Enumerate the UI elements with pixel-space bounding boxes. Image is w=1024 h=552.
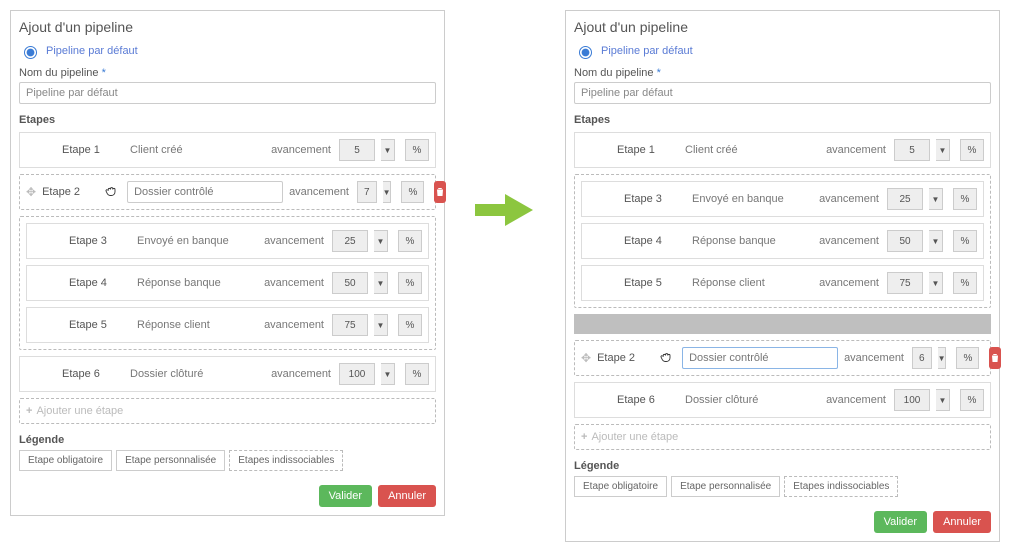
default-pipeline-radio[interactable] [579, 46, 592, 59]
step-row: Etape 6 Dossier clôturé avancement 100 ▼… [574, 382, 991, 418]
cancel-button[interactable]: Annuler [378, 485, 436, 507]
value-dropdown[interactable]: ▼ [938, 347, 947, 369]
value-dropdown[interactable]: ▼ [383, 181, 392, 203]
value-dropdown[interactable]: ▼ [936, 139, 950, 161]
step-name: Client créé [123, 139, 265, 161]
legend-custom: Etape personnalisée [671, 476, 780, 497]
cursor-grab-icon [658, 348, 676, 369]
legend-title: Légende [19, 434, 436, 446]
linked-steps-group: Etape 3 Envoyé en banque avancement 25 ▼… [574, 174, 991, 308]
delete-step-button[interactable] [434, 181, 446, 203]
add-step-button[interactable]: + Ajouter une étape [574, 424, 991, 450]
panel-before: Ajout d'un pipeline Pipeline par défaut … [10, 10, 445, 516]
percent-unit: % [405, 139, 429, 161]
legend-linked: Etapes indissociables [229, 450, 343, 471]
value-dropdown[interactable]: ▼ [381, 363, 395, 385]
delete-step-button[interactable] [989, 347, 1001, 369]
step-row: Etape 5 Réponse client avancement 75 ▼ % [581, 265, 984, 301]
value-input[interactable]: 75 [332, 314, 368, 336]
name-field-label: Nom du pipeline * [19, 67, 436, 79]
step-row: Etape 6 Dossier clôturé avancement 100 ▼… [19, 356, 436, 392]
step-row-dragging[interactable]: ✥ Etape 2 avancement 6 ▼ % [574, 340, 991, 376]
panel-title: Ajout d'un pipeline [19, 19, 436, 35]
value-input[interactable]: 75 [887, 272, 923, 294]
legend-linked: Etapes indissociables [784, 476, 898, 497]
value-dropdown[interactable]: ▼ [374, 230, 388, 252]
step-row: Etape 1 Client créé avancement 5 ▼ % [574, 132, 991, 168]
panel-title: Ajout d'un pipeline [574, 19, 991, 35]
step-name-input[interactable] [127, 181, 283, 203]
value-dropdown[interactable]: ▼ [381, 139, 395, 161]
default-pipeline-radio[interactable] [24, 46, 37, 59]
steps-header: Etapes [19, 114, 436, 126]
value-dropdown[interactable]: ▼ [374, 314, 388, 336]
value-input[interactable]: 7 [357, 181, 377, 203]
step-row: Etape 3 Envoyé en banque avancement 25 ▼… [581, 181, 984, 217]
cancel-button[interactable]: Annuler [933, 511, 991, 533]
step-name-input[interactable] [682, 347, 838, 369]
step-row: Etape 1 Client créé avancement 5 ▼ % [19, 132, 436, 168]
legend-mandatory: Etape obligatoire [19, 450, 112, 471]
value-dropdown[interactable]: ▼ [929, 230, 943, 252]
plus-icon: + [26, 405, 32, 417]
pipeline-name-input[interactable] [19, 82, 436, 104]
value-dropdown[interactable]: ▼ [929, 272, 943, 294]
value-input[interactable]: 100 [339, 363, 375, 385]
linked-steps-group: Etape 3 Envoyé en banque avancement 25 ▼… [19, 216, 436, 350]
value-dropdown[interactable]: ▼ [374, 272, 388, 294]
legend-custom: Etape personnalisée [116, 450, 225, 471]
value-input[interactable]: 50 [887, 230, 923, 252]
value-input[interactable]: 100 [894, 389, 930, 411]
step-row-dragging[interactable]: ✥ Etape 2 avancement 7 ▼ % [19, 174, 436, 210]
step-row: Etape 4 Réponse banque avancement 50 ▼ % [581, 223, 984, 259]
legend-mandatory: Etape obligatoire [574, 476, 667, 497]
legend-row: Etape obligatoire Etape personnalisée Et… [19, 450, 436, 471]
value-input[interactable]: 25 [332, 230, 368, 252]
value-input[interactable]: 50 [332, 272, 368, 294]
steps-header: Etapes [574, 114, 991, 126]
validate-button[interactable]: Valider [319, 485, 372, 507]
value-input[interactable]: 5 [894, 139, 930, 161]
step-row: Etape 4 Réponse banque avancement 50 ▼ % [26, 265, 429, 301]
value-input[interactable]: 25 [887, 188, 923, 210]
add-step-button[interactable]: + Ajouter une étape [19, 398, 436, 424]
plus-icon: + [581, 431, 587, 443]
cursor-grab-icon [103, 182, 121, 203]
value-dropdown[interactable]: ▼ [936, 389, 950, 411]
value-dropdown[interactable]: ▼ [929, 188, 943, 210]
default-pipeline-radio-row: Pipeline par défaut [19, 43, 436, 59]
default-pipeline-label: Pipeline par défaut [46, 45, 138, 57]
transition-arrow [465, 10, 545, 230]
step-label: Etape 1 [62, 144, 117, 156]
drag-handle-icon[interactable]: ✥ [26, 185, 36, 199]
pipeline-name-input[interactable] [574, 82, 991, 104]
panel-after: Ajout d'un pipeline Pipeline par défaut … [565, 10, 1000, 542]
validate-button[interactable]: Valider [874, 511, 927, 533]
drop-target-bar [574, 314, 991, 334]
value-input[interactable]: 6 [912, 347, 932, 369]
step-row: Etape 5 Réponse client avancement 75 ▼ % [26, 307, 429, 343]
drag-handle-icon[interactable]: ✥ [581, 351, 591, 365]
step-row: Etape 3 Envoyé en banque avancement 25 ▼… [26, 223, 429, 259]
value-input[interactable]: 5 [339, 139, 375, 161]
